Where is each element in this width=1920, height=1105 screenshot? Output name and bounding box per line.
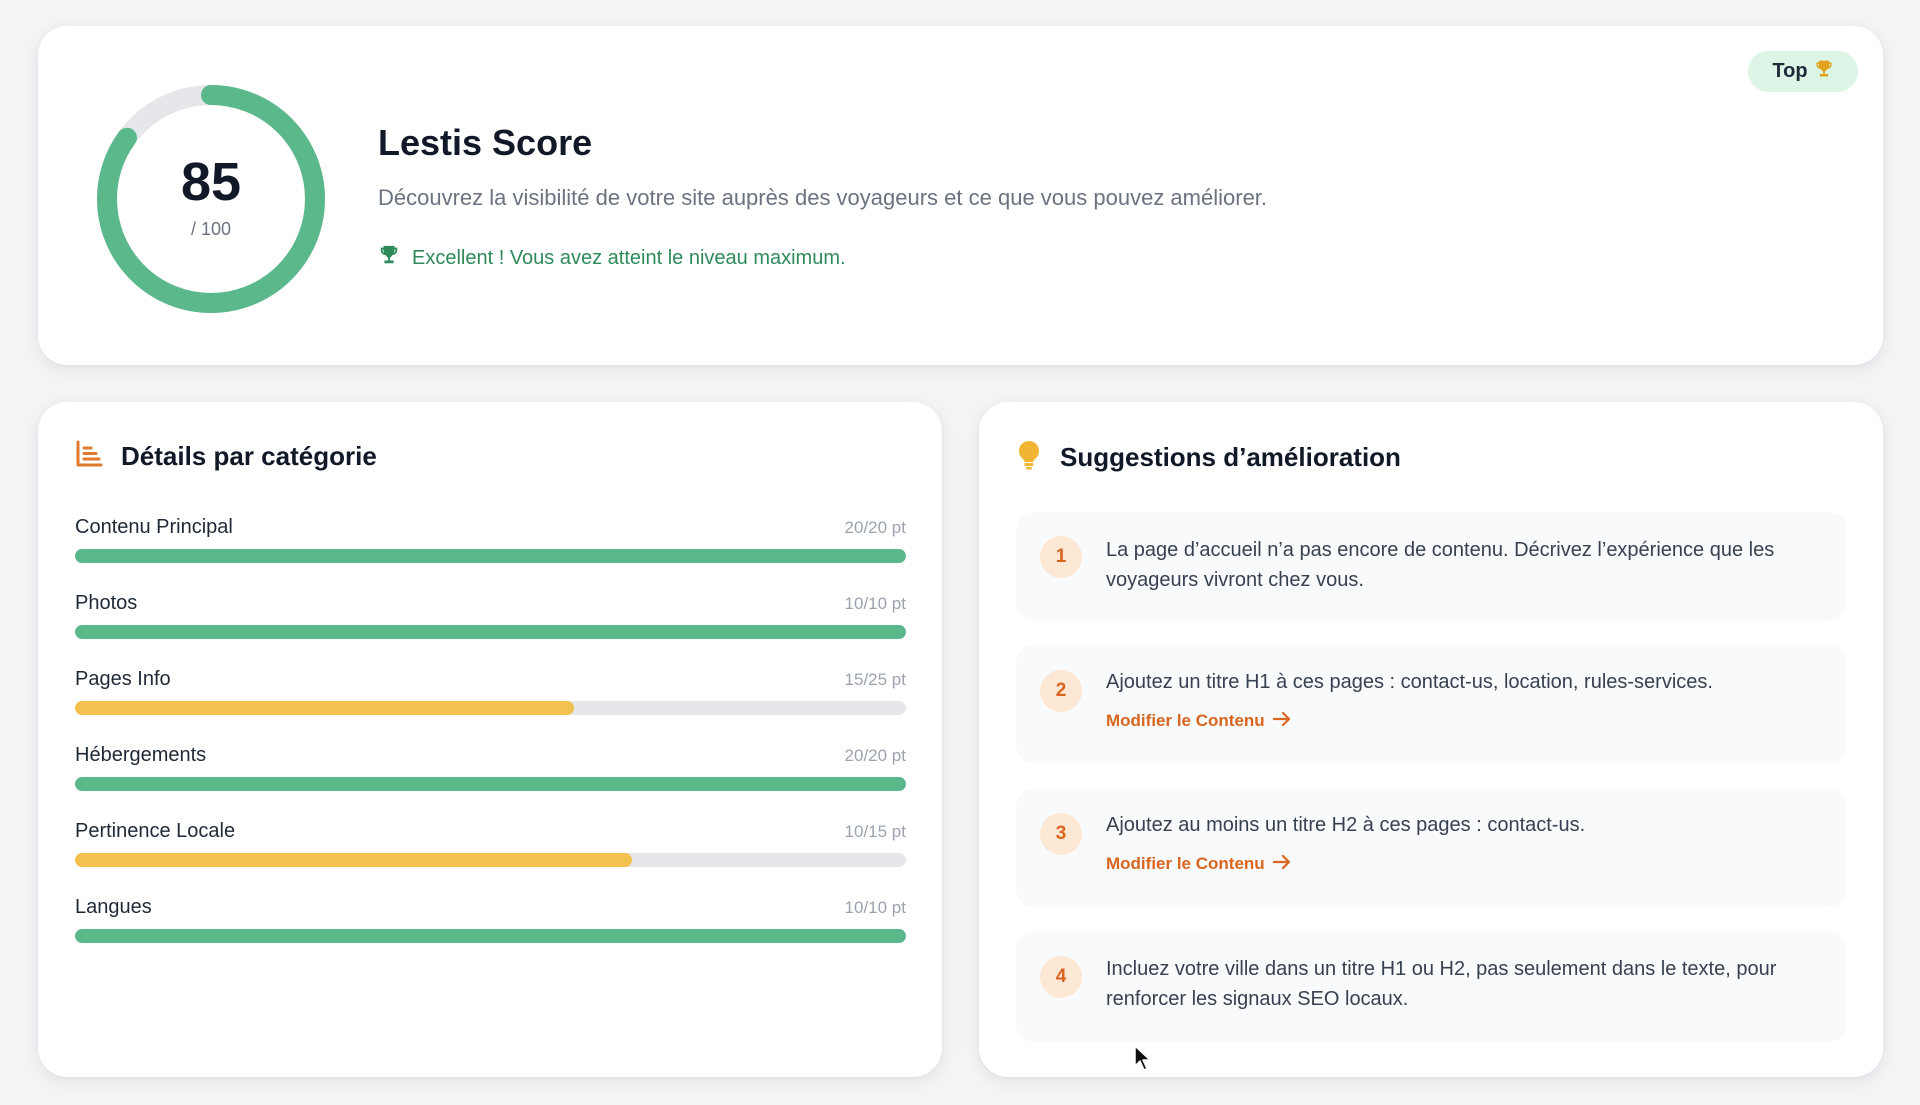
category-name: Langues xyxy=(75,896,152,918)
score-center: 85 / 100 xyxy=(91,79,331,319)
category-row: Langues 10/10 pt xyxy=(75,896,906,943)
category-row: Pages Info 15/25 pt xyxy=(75,668,906,715)
category-progress-fill xyxy=(75,929,906,943)
suggestion-item: 3 Ajoutez au moins un titre H2 à ces pag… xyxy=(1016,789,1847,907)
category-row: Contenu Principal 20/20 pt xyxy=(75,516,906,563)
arrow-right-icon xyxy=(1272,711,1291,731)
suggestion-item: 2 Ajoutez un titre H1 à ces pages : cont… xyxy=(1016,645,1847,763)
edit-content-link-label: Modifier le Contenu xyxy=(1106,711,1265,730)
category-progress-track xyxy=(75,777,906,791)
category-progress-fill xyxy=(75,701,574,715)
arrow-right-icon xyxy=(1272,854,1291,874)
category-name: Photos xyxy=(75,592,138,614)
edit-content-link[interactable]: Modifier le Contenu xyxy=(1106,711,1291,731)
bar-chart-icon xyxy=(75,440,103,473)
category-points: 20/20 pt xyxy=(844,746,906,765)
category-row: Photos 10/10 pt xyxy=(75,592,906,639)
category-points: 10/10 pt xyxy=(844,594,906,613)
suggestion-number: 2 xyxy=(1040,670,1082,712)
category-progress-track xyxy=(75,625,906,639)
category-progress-fill xyxy=(75,853,632,867)
score-max: / 100 xyxy=(190,218,232,239)
category-points: 15/25 pt xyxy=(844,670,906,689)
suggestions-title: Suggestions d’amélioration xyxy=(1060,442,1401,472)
category-points: 20/20 pt xyxy=(844,518,906,537)
suggestion-item: 4 Incluez votre ville dans un titre H1 o… xyxy=(1016,932,1847,1042)
lightbulb-icon xyxy=(1016,440,1042,475)
edit-content-link-label: Modifier le Contenu xyxy=(1106,854,1265,873)
trophy-icon xyxy=(378,244,400,272)
category-progress-track xyxy=(75,701,906,715)
suggestion-item: 1 La page d’accueil n’a pas encore de co… xyxy=(1016,512,1847,620)
score-gauge: 85 / 100 xyxy=(91,79,331,319)
category-progress-fill xyxy=(75,777,906,791)
category-progress-track xyxy=(75,929,906,943)
details-card: Détails par catégorie Contenu Principal … xyxy=(38,402,942,1077)
trophy-icon xyxy=(1814,59,1834,85)
category-name: Contenu Principal xyxy=(75,516,233,538)
suggestion-text: La page d’accueil n’a pas encore de cont… xyxy=(1106,539,1775,591)
details-title: Détails par catégorie xyxy=(121,441,377,471)
suggestion-text: Ajoutez au moins un titre H2 à ces pages… xyxy=(1106,814,1586,836)
suggestion-number: 1 xyxy=(1040,536,1082,578)
category-progress-track xyxy=(75,549,906,563)
top-badge-label: Top xyxy=(1772,60,1808,82)
suggestion-text: Ajoutez un titre H1 à ces pages : contac… xyxy=(1106,671,1713,693)
suggestion-number: 4 xyxy=(1040,956,1082,998)
category-row: Hébergements 20/20 pt xyxy=(75,744,906,791)
category-points: 10/10 pt xyxy=(844,898,906,917)
details-header: Détails par catégorie xyxy=(75,440,377,473)
category-row: Pertinence Locale 10/15 pt xyxy=(75,820,906,867)
edit-content-link[interactable]: Modifier le Contenu xyxy=(1106,854,1291,874)
suggestion-number: 3 xyxy=(1040,813,1082,855)
score-card: 85 / 100 Lestis Score Découvrez la visib… xyxy=(38,26,1883,365)
mouse-cursor xyxy=(1133,1044,1153,1077)
score-title: Lestis Score xyxy=(378,122,593,163)
category-name: Pertinence Locale xyxy=(75,820,236,842)
suggestions-header: Suggestions d’amélioration xyxy=(1016,440,1401,475)
suggestions-card: Suggestions d’amélioration 1 La page d’a… xyxy=(979,402,1883,1077)
category-progress-fill xyxy=(75,625,906,639)
category-name: Hébergements xyxy=(75,744,207,766)
score-status-text: Excellent ! Vous avez atteint le niveau … xyxy=(412,246,846,269)
score-value: 85 xyxy=(180,151,242,212)
category-name: Pages Info xyxy=(75,668,171,690)
score-subtitle: Découvrez la visibilité de votre site au… xyxy=(378,185,1268,210)
category-progress-track xyxy=(75,853,906,867)
suggestion-text: Incluez votre ville dans un titre H1 ou … xyxy=(1106,958,1777,1010)
top-badge: Top xyxy=(1748,51,1858,92)
category-progress-fill xyxy=(75,549,906,563)
score-status: Excellent ! Vous avez atteint le niveau … xyxy=(378,244,846,272)
category-points: 10/15 pt xyxy=(844,822,906,841)
